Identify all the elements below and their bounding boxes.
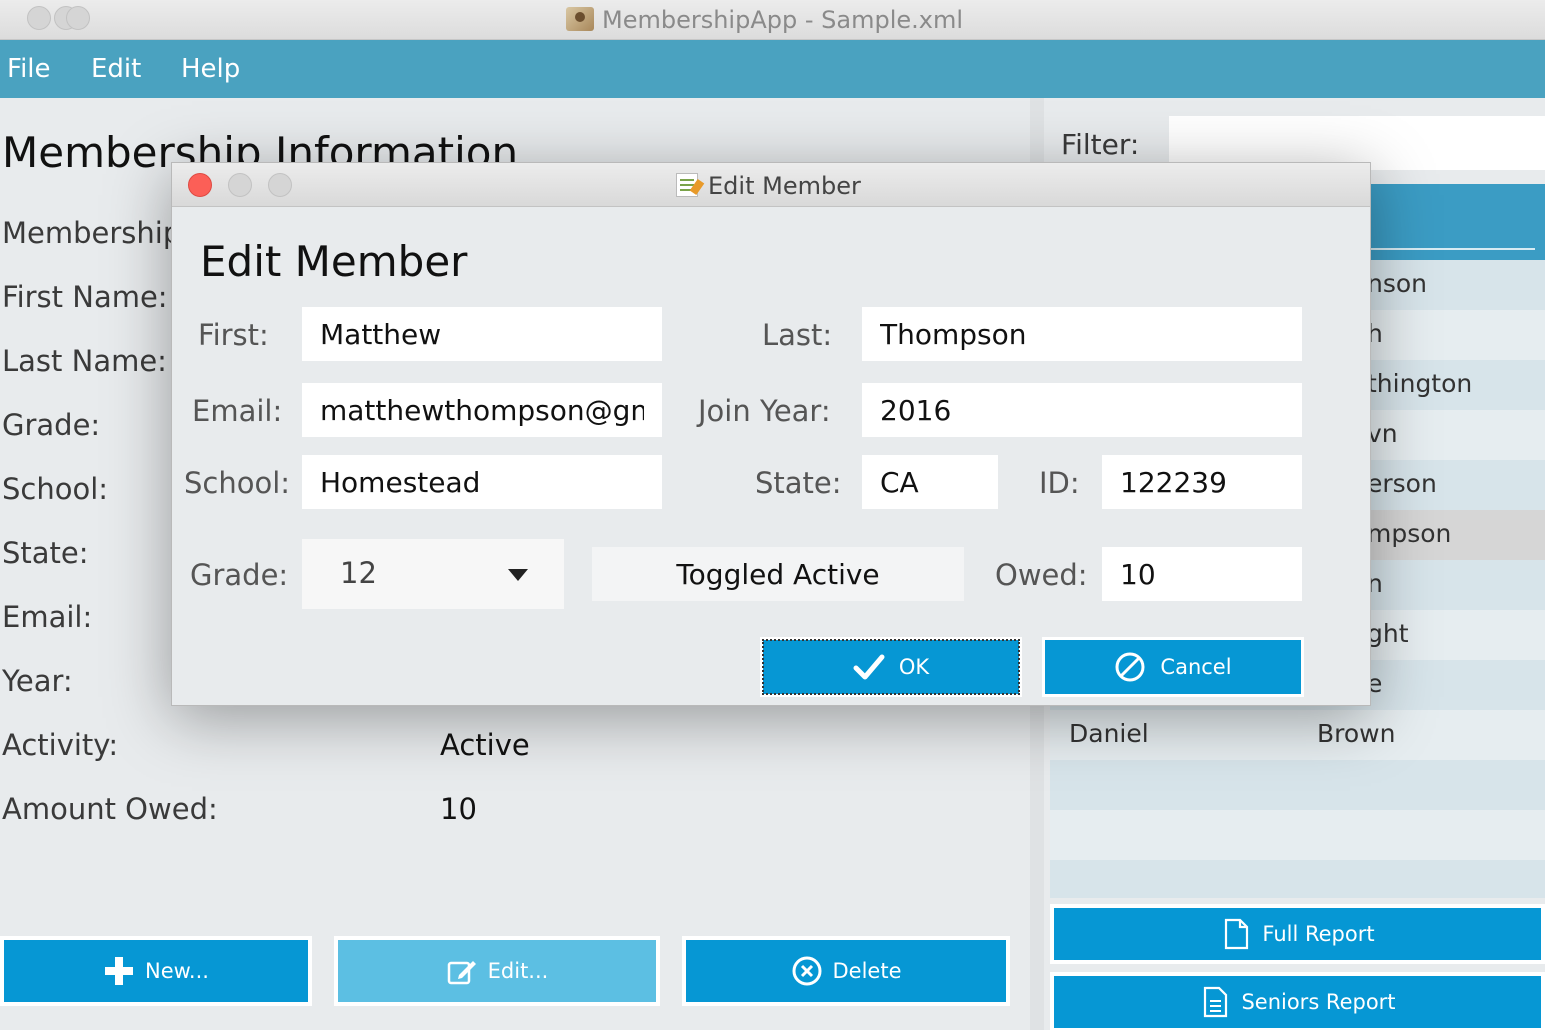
email-label: Email: bbox=[192, 394, 283, 428]
toggle-active-button[interactable]: Toggled Active bbox=[592, 547, 964, 601]
owed-field[interactable] bbox=[1102, 547, 1302, 601]
label-membership: Membership bbox=[2, 216, 182, 250]
cell-last: Brown bbox=[1317, 719, 1396, 748]
table-row-empty bbox=[1050, 760, 1545, 810]
last-label: Last: bbox=[762, 318, 833, 352]
window-title: MembershipApp - Sample.xml bbox=[566, 6, 963, 34]
full-report-button[interactable]: Full Report bbox=[1050, 904, 1545, 964]
ok-button[interactable]: OK bbox=[760, 637, 1022, 697]
new-button[interactable]: New... bbox=[0, 936, 312, 1006]
close-window-button[interactable] bbox=[27, 6, 51, 30]
plus-icon bbox=[103, 955, 135, 987]
edit-icon bbox=[446, 955, 478, 987]
grade-select[interactable]: 12 bbox=[302, 539, 564, 609]
id-field[interactable] bbox=[1102, 455, 1302, 509]
cell-first: Daniel bbox=[1069, 719, 1149, 748]
table-row-empty bbox=[1050, 810, 1545, 860]
menu-help[interactable]: Help bbox=[181, 54, 240, 84]
chevron-down-icon bbox=[508, 569, 528, 581]
dialog-window-title: Edit Member bbox=[676, 172, 861, 200]
grade-label: Grade: bbox=[190, 558, 289, 592]
cell-last: vn bbox=[1367, 419, 1398, 448]
activity-value: Active bbox=[440, 728, 530, 762]
ban-icon bbox=[1114, 651, 1146, 683]
id-label: ID: bbox=[1039, 466, 1080, 500]
dialog-close-button[interactable] bbox=[188, 173, 212, 197]
first-label: First: bbox=[198, 318, 269, 352]
cell-last: ght bbox=[1367, 619, 1409, 648]
school-label: School: bbox=[184, 466, 291, 500]
edit-button[interactable]: Edit... bbox=[334, 936, 660, 1006]
document-icon bbox=[1220, 918, 1252, 950]
state-label: State: bbox=[755, 466, 842, 500]
table-row[interactable]: Daniel Brown bbox=[1050, 710, 1545, 760]
cell-last: thington bbox=[1367, 369, 1473, 398]
label-first-name: First Name: bbox=[2, 280, 168, 314]
remove-circle-icon bbox=[791, 955, 823, 987]
label-activity: Activity: bbox=[2, 728, 119, 762]
grade-select-value: 12 bbox=[340, 556, 377, 590]
label-amount-owed: Amount Owed: bbox=[2, 792, 218, 826]
zoom-window-button[interactable] bbox=[66, 6, 90, 30]
cell-last: nson bbox=[1367, 269, 1428, 298]
label-state: State: bbox=[2, 536, 89, 570]
filter-label: Filter: bbox=[1061, 128, 1140, 161]
label-grade: Grade: bbox=[2, 408, 101, 442]
dialog-minimize-button[interactable] bbox=[228, 173, 252, 197]
cell-last: mpson bbox=[1367, 519, 1452, 548]
delete-button[interactable]: Delete bbox=[682, 936, 1010, 1006]
label-school: School: bbox=[2, 472, 109, 506]
edit-member-dialog: Edit Member Edit Member First: Last: Ema… bbox=[171, 162, 1371, 706]
dialog-titlebar: Edit Member bbox=[172, 163, 1370, 207]
dialog-heading: Edit Member bbox=[200, 237, 468, 286]
amount-owed-value: 10 bbox=[440, 792, 477, 826]
report-document-icon bbox=[1199, 986, 1231, 1018]
state-field[interactable] bbox=[862, 455, 998, 509]
label-email: Email: bbox=[2, 600, 93, 634]
app-icon bbox=[566, 7, 594, 31]
menu-bar: File Edit Help bbox=[0, 40, 1545, 98]
dialog-zoom-button[interactable] bbox=[268, 173, 292, 197]
menu-file[interactable]: File bbox=[7, 54, 51, 84]
edit-document-icon bbox=[676, 173, 698, 197]
join-year-label: Join Year: bbox=[698, 394, 831, 428]
seniors-report-button[interactable]: Seniors Report bbox=[1050, 972, 1545, 1030]
label-year: Year: bbox=[2, 664, 73, 698]
checkmark-icon bbox=[853, 651, 885, 683]
owed-label: Owed: bbox=[995, 558, 1088, 592]
menu-edit[interactable]: Edit bbox=[91, 54, 141, 84]
window-titlebar: MembershipApp - Sample.xml bbox=[0, 0, 1545, 40]
label-last-name: Last Name: bbox=[2, 344, 167, 378]
email-field[interactable] bbox=[302, 383, 662, 437]
cell-last: erson bbox=[1367, 469, 1437, 498]
first-name-field[interactable] bbox=[302, 307, 662, 361]
join-year-field[interactable] bbox=[862, 383, 1302, 437]
cancel-button[interactable]: Cancel bbox=[1042, 637, 1304, 697]
last-name-field[interactable] bbox=[862, 307, 1302, 361]
school-field[interactable] bbox=[302, 455, 662, 509]
